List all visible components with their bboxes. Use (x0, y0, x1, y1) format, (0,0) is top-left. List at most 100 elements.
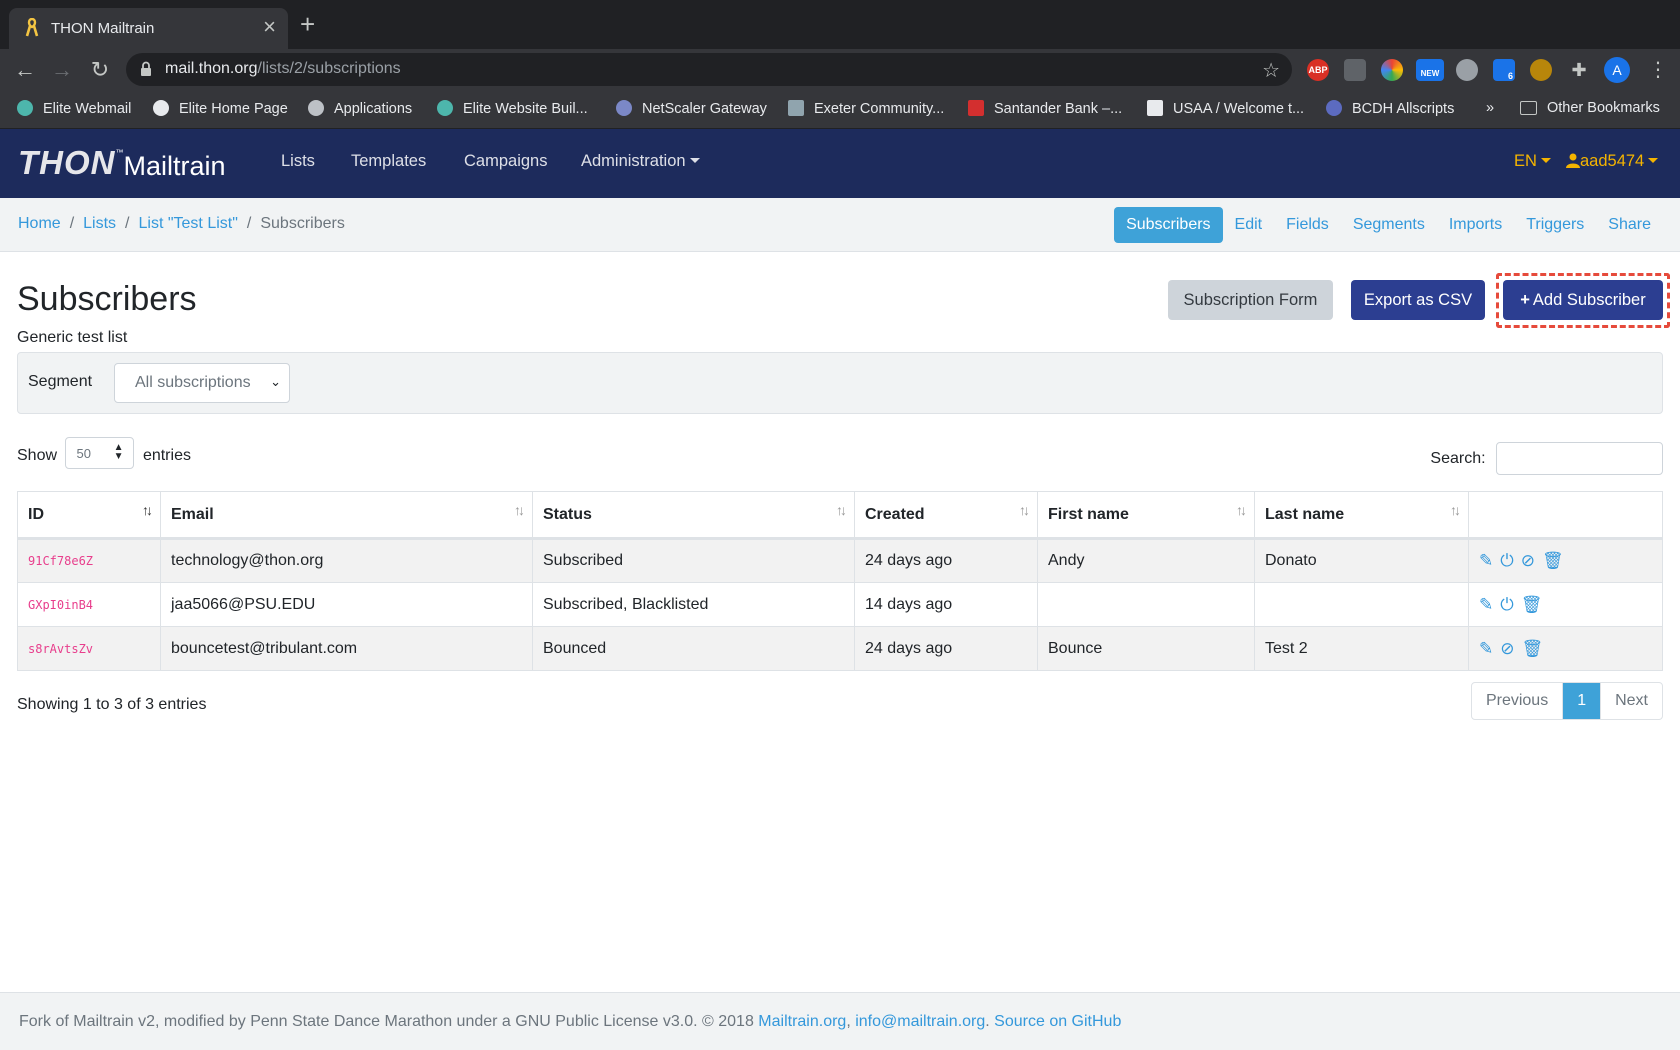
color-extension-icon[interactable] (1381, 59, 1403, 81)
new-extension-icon[interactable]: NEW (1416, 59, 1444, 81)
cell-created: 14 days ago (854, 582, 1038, 627)
bookmark-favicon-icon (1326, 100, 1342, 116)
tab-subscribers[interactable]: Subscribers (1114, 207, 1223, 243)
bookmark-favicon-icon (788, 100, 804, 116)
new-tab-icon[interactable]: + (300, 11, 315, 37)
bookmark-item[interactable]: Elite Webmail (17, 100, 131, 117)
brand-logo[interactable]: THON™Mailtrain (18, 146, 226, 184)
table-row: s8rAvtsZv bouncetest@tribulant.com Bounc… (17, 626, 1663, 671)
subscription-form-button[interactable]: Subscription Form (1168, 280, 1333, 320)
bookmarks-bar: Elite Webmail Elite Home Page Applicatio… (0, 90, 1680, 129)
tab-fields[interactable]: Fields (1274, 207, 1341, 243)
cell-email: bouncetest@tribulant.com (160, 626, 533, 671)
browser-toolbar: ← → ↻ mail.thon.org/lists/2/subscription… (0, 49, 1680, 90)
browser-menu-icon[interactable]: ⋮ (1648, 57, 1668, 83)
basketball-extension-icon[interactable] (1530, 59, 1552, 81)
pagination: Previous 1 Next (1470, 682, 1663, 720)
tab-edit[interactable]: Edit (1223, 207, 1275, 243)
subscribers-table: ID ↑↓ Email ↑↓ Status ↑↓ Created ↑↓ First na… (17, 491, 1663, 671)
cell-actions: ✎ ⏻ 🗑 (1468, 582, 1663, 627)
page-length-select[interactable]: 50 ▲ ▼ (65, 437, 135, 469)
sort-arrows-icon: ▲ ▼ (113, 442, 124, 462)
nav-templates[interactable]: Templates (351, 152, 426, 171)
forward-icon[interactable]: → (49, 57, 75, 83)
browser-tab[interactable]: THON Mailtrain × (9, 8, 288, 49)
extensions-puzzle-icon[interactable]: ✚ (1568, 59, 1590, 81)
bookmark-item[interactable]: NetScaler Gateway (616, 100, 767, 117)
power-unsubscribe-icon[interactable]: ⏻ (1500, 551, 1513, 571)
bookmarks-overflow[interactable]: » (1486, 100, 1494, 116)
tab-segments[interactable]: Segments (1341, 207, 1437, 243)
breadcrumb-list[interactable]: List "Test List" (139, 215, 238, 232)
table-row: 91Cf78e6Z technology@thon.org Subscribed… (17, 538, 1663, 583)
export-csv-button[interactable]: Export as CSV (1351, 280, 1485, 320)
tab-share[interactable]: Share (1596, 207, 1663, 243)
column-header-status[interactable]: Status ↑↓ (532, 491, 855, 540)
breadcrumb-bar: Home / Lists / List "Test List" / Subscribers … (0, 198, 1680, 252)
nav-administration[interactable]: Administration (581, 152, 700, 171)
tab-imports[interactable]: Imports (1437, 207, 1514, 243)
blacklist-ban-icon[interactable]: ⊘ (1500, 639, 1514, 659)
pagination-page[interactable]: 1 (1562, 683, 1601, 719)
power-unsubscribe-icon[interactable]: ⏻ (1500, 595, 1513, 615)
footer-link-github[interactable]: Source on GitHub (994, 1013, 1121, 1030)
bookmark-item[interactable]: Elite Home Page (153, 100, 288, 117)
column-header-id[interactable]: ID ↑↓ (17, 491, 161, 540)
cell-status: Subscribed (532, 538, 855, 583)
column-header-created[interactable]: Created ↑↓ (854, 491, 1038, 540)
trash-delete-icon[interactable]: 🗑 (1542, 551, 1564, 571)
language-menu[interactable]: EN (1514, 152, 1551, 171)
breadcrumb-lists[interactable]: Lists (83, 215, 116, 232)
table-row: GXpI0inB4 jaa5066@PSU.EDU Subscribed, Bl… (17, 582, 1663, 627)
nav-lists[interactable]: Lists (281, 152, 315, 171)
user-menu[interactable]: aad5474 (1566, 152, 1659, 171)
puzzle-globe-extension-icon[interactable] (1456, 59, 1478, 81)
add-subscriber-button[interactable]: + Add Subscriber (1503, 280, 1663, 320)
bookmark-item[interactable]: Santander Bank –... (968, 100, 1122, 117)
reload-icon[interactable]: ↻ (87, 57, 113, 83)
bookmark-star-icon[interactable]: ☆ (1262, 58, 1280, 83)
bitwarden-extension-icon[interactable]: 6 (1493, 59, 1515, 81)
bookmark-item[interactable]: USAA / Welcome t... (1147, 100, 1304, 117)
cell-last-name: Test 2 (1254, 626, 1469, 671)
footer-link-mailtrain[interactable]: Mailtrain.org (758, 1013, 846, 1030)
sort-icon: ↑↓ (1236, 502, 1247, 518)
bookmark-favicon-icon (437, 100, 453, 116)
trash-delete-icon[interactable]: 🗑 (1522, 639, 1544, 659)
trash-delete-icon[interactable]: 🗑 (1521, 595, 1543, 615)
close-tab-icon[interactable]: × (263, 16, 276, 38)
cell-email: jaa5066@PSU.EDU (160, 582, 533, 627)
other-bookmarks[interactable]: Other Bookmarks (1520, 100, 1660, 116)
column-header-email[interactable]: Email ↑↓ (160, 491, 533, 540)
pagination-next[interactable]: Next (1600, 683, 1662, 719)
nav-campaigns[interactable]: Campaigns (464, 152, 547, 171)
breadcrumb-home[interactable]: Home (18, 215, 61, 232)
bookmark-item[interactable]: Exeter Community... (788, 100, 944, 117)
pagination-previous[interactable]: Previous (1472, 683, 1562, 719)
office-extension-icon[interactable] (1344, 59, 1366, 81)
column-header-actions (1468, 491, 1663, 540)
footer-link-email[interactable]: info@mailtrain.org (855, 1013, 985, 1030)
tab-triggers[interactable]: Triggers (1514, 207, 1596, 243)
bookmark-item[interactable]: Applications (308, 100, 412, 117)
cell-email: technology@thon.org (160, 538, 533, 583)
edit-icon[interactable]: ✎ (1479, 639, 1493, 659)
app-navbar: THON™Mailtrain Lists Templates Campaigns… (0, 129, 1680, 198)
column-header-first-name[interactable]: First name ↑↓ (1037, 491, 1255, 540)
blacklist-ban-icon[interactable]: ⊘ (1521, 551, 1535, 571)
bookmark-item[interactable]: BCDH Allscripts (1326, 100, 1454, 117)
applications-icon (308, 100, 324, 116)
back-icon[interactable]: ← (12, 57, 38, 83)
bookmark-item[interactable]: Elite Website Buil... (437, 100, 588, 117)
url-text: mail.thon.org/lists/2/subscriptions (165, 60, 401, 78)
column-header-last-name[interactable]: Last name ↑↓ (1254, 491, 1469, 540)
adblock-extension-icon[interactable]: ABP (1307, 59, 1329, 81)
segment-label: Segment (28, 373, 93, 390)
cell-actions: ✎ ⏻ ⊘ 🗑 (1468, 538, 1663, 583)
profile-avatar[interactable]: A (1604, 57, 1630, 83)
search-input[interactable] (1496, 442, 1663, 475)
edit-icon[interactable]: ✎ (1479, 551, 1493, 571)
edit-icon[interactable]: ✎ (1479, 595, 1493, 615)
segment-select[interactable]: All subscriptions ⌄ (114, 363, 290, 403)
address-bar[interactable]: mail.thon.org/lists/2/subscriptions ☆ (126, 53, 1292, 86)
